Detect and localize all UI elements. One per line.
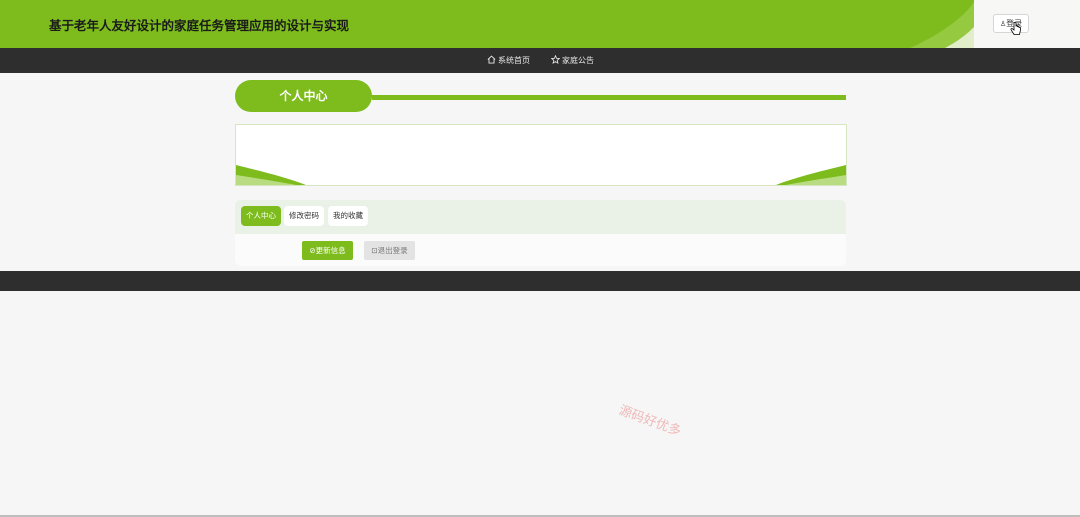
nav-item-announcements[interactable]: 家庭公告 (551, 48, 594, 73)
section-title-underline (372, 95, 846, 100)
nav-item-home[interactable]: 系统首页 (487, 48, 530, 73)
section-title: 个人中心 (235, 80, 372, 112)
hand-cursor-icon (1010, 22, 1021, 35)
update-info-label: 更新信息 (315, 246, 346, 255)
tab-change-password[interactable]: 修改密码 (284, 206, 324, 226)
watermark-left: 多 (0, 420, 3, 439)
app-header: 基于老年人友好设计的家庭任务管理应用的设计与实现 (0, 0, 1080, 48)
page-footer (0, 271, 1080, 291)
watermark: 源码好优多 (616, 403, 683, 440)
nav-label-home: 系统首页 (498, 56, 530, 65)
app-title: 基于老年人友好设计的家庭任务管理应用的设计与实现 (49, 18, 350, 33)
star-icon (551, 55, 560, 64)
profile-tabs-bar (235, 200, 846, 234)
tab-profile[interactable]: 个人中心 (241, 206, 281, 226)
banner-wave-decoration (236, 165, 846, 185)
home-icon (487, 55, 496, 64)
logout-button[interactable]: ⊡退出登录 (364, 241, 415, 260)
profile-banner (235, 124, 847, 186)
main-nav: 系统首页 家庭公告 (0, 48, 1080, 73)
tab-favorites[interactable]: 我的收藏 (328, 206, 368, 226)
nav-label-announcements: 家庭公告 (562, 56, 594, 65)
logout-label: 退出登录 (377, 246, 408, 255)
update-info-button[interactable]: ⊘更新信息 (302, 241, 353, 260)
